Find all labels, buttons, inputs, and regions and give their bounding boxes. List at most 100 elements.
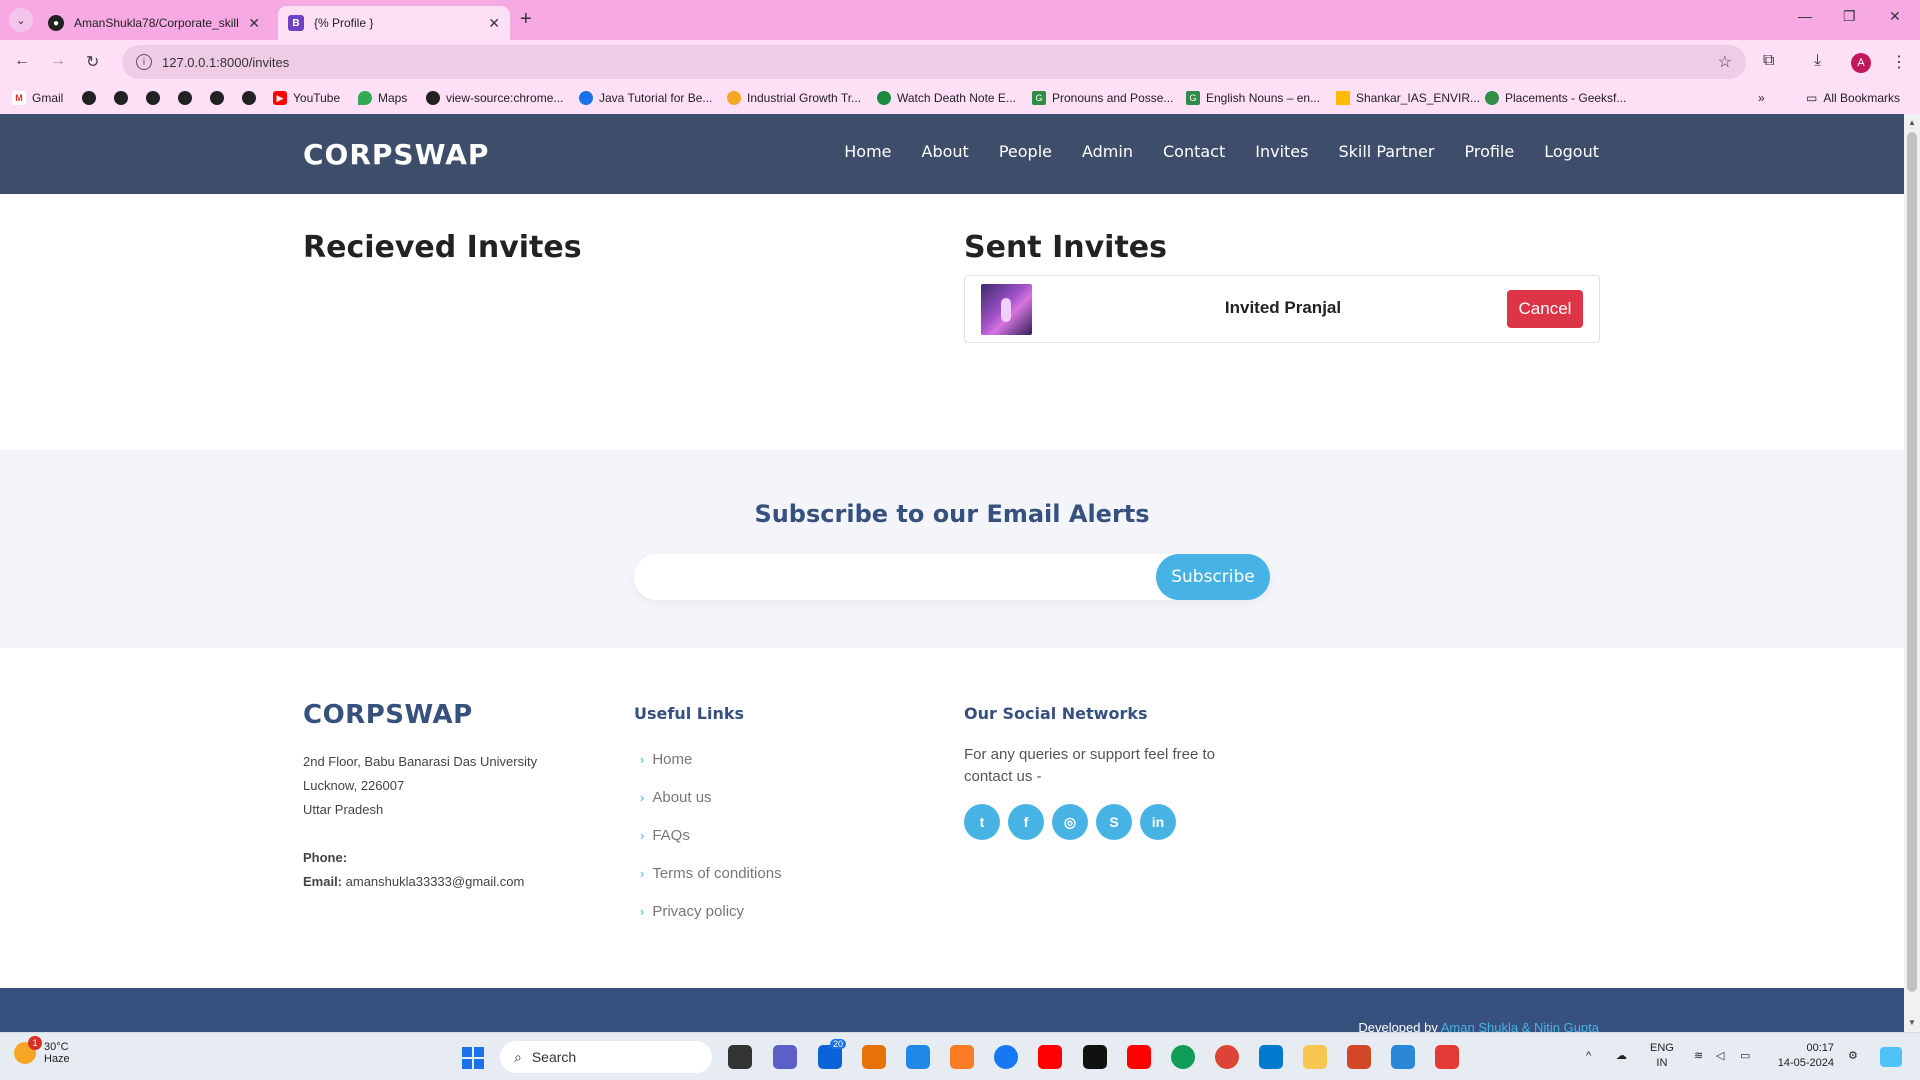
profile-avatar[interactable]: A (1851, 53, 1871, 73)
nav-logout[interactable]: Logout (1544, 142, 1599, 161)
useful-links-list: › Home › About us › FAQs › Terms of conditio… (640, 740, 782, 930)
notepad-icon[interactable] (1391, 1045, 1415, 1069)
nav-people[interactable]: People (999, 142, 1052, 161)
all-bookmarks-folder[interactable]: ▭ All Bookmarks (1806, 91, 1900, 105)
bookmark-item[interactable] (178, 91, 198, 105)
wifi-icon[interactable]: ≋ (1694, 1049, 1703, 1064)
snipping-tool-icon[interactable] (1435, 1045, 1459, 1069)
bookmark-item[interactable] (242, 91, 262, 105)
taskbar-search[interactable]: ⌕ Search (500, 1041, 712, 1073)
more-bookmarks-icon[interactable]: » (1758, 91, 1765, 105)
bookmark-item[interactable]: Java Tutorial for Be... (579, 91, 712, 105)
bookmark-item[interactable]: ▶ YouTube (273, 91, 340, 105)
page-scrollbar[interactable]: ▲ ▼ (1904, 114, 1920, 1032)
new-tab-button[interactable]: + (520, 8, 532, 31)
youtube-app-icon[interactable] (1038, 1045, 1062, 1069)
instagram-icon[interactable]: ◎ (1052, 804, 1088, 840)
bookmark-item[interactable]: Maps (358, 91, 407, 105)
footer-link-about[interactable]: › About us (640, 778, 782, 816)
task-view-icon[interactable] (728, 1045, 752, 1069)
volume-icon[interactable]: ◁ (1716, 1049, 1724, 1064)
bookmark-item[interactable] (82, 91, 102, 105)
sublime-icon[interactable] (862, 1045, 886, 1069)
skype-icon[interactable]: S (1096, 804, 1132, 840)
bookmark-item[interactable]: M Gmail (12, 91, 63, 105)
tray-overflow-icon[interactable]: ^ (1586, 1049, 1591, 1064)
cancel-invite-button[interactable]: Cancel (1507, 290, 1583, 328)
site-logo[interactable]: CORPSWAP (303, 138, 489, 171)
weather-widget[interactable]: 1 30°C Haze (14, 1036, 70, 1065)
facebook-icon[interactable]: f (1008, 804, 1044, 840)
bookmark-item[interactable]: Placements - Geeksf... (1485, 91, 1626, 105)
close-window-icon[interactable]: ✕ (1889, 8, 1901, 25)
edge-icon[interactable] (1171, 1045, 1195, 1069)
nav-skill-partner[interactable]: Skill Partner (1338, 142, 1434, 161)
linkedin-icon[interactable]: in (1140, 804, 1176, 840)
tab-search-button[interactable]: ⌄ (9, 8, 33, 32)
globe-icon (82, 91, 96, 105)
nav-contact[interactable]: Contact (1163, 142, 1225, 161)
facebook-app-icon[interactable] (994, 1045, 1018, 1069)
footer-link-faqs[interactable]: › FAQs (640, 816, 782, 854)
nav-invites[interactable]: Invites (1255, 142, 1308, 161)
nav-home[interactable]: Home (844, 142, 891, 161)
bookmark-item[interactable]: Industrial Growth Tr... (727, 91, 861, 105)
teams-icon[interactable] (773, 1045, 797, 1069)
bookmark-item[interactable] (146, 91, 166, 105)
newsletter-section: Subscribe to our Email Alerts Subscribe (0, 450, 1904, 648)
browser-tab-github[interactable]: ● AmanShukla78/Corporate_skill ✕ (38, 6, 270, 40)
photos-icon[interactable] (906, 1045, 930, 1069)
youtube-app-icon[interactable] (1127, 1045, 1151, 1069)
reload-icon[interactable]: ↻ (86, 52, 99, 72)
scrollbar-thumb[interactable] (1907, 132, 1917, 992)
search-icon: ⌕ (514, 1048, 522, 1065)
browser-menu-icon[interactable]: ⋮ (1891, 52, 1907, 72)
bookmark-item[interactable]: view-source:chrome... (426, 91, 563, 105)
footer-link-privacy[interactable]: › Privacy policy (640, 892, 782, 930)
bookmark-item[interactable] (210, 91, 230, 105)
battery-icon[interactable]: ▭ (1740, 1049, 1750, 1064)
footer-link-terms[interactable]: › Terms of conditions (640, 854, 782, 892)
nav-admin[interactable]: Admin (1082, 142, 1133, 161)
windows-start-icon[interactable] (462, 1047, 484, 1069)
scroll-up-icon[interactable]: ▲ (1908, 118, 1916, 127)
close-tab-icon[interactable]: ✕ (248, 15, 260, 32)
onedrive-icon[interactable]: ☁ (1616, 1049, 1627, 1064)
xampp-icon[interactable] (950, 1045, 974, 1069)
clock[interactable]: 00:17 14-05-2024 (1770, 1041, 1834, 1071)
restore-icon[interactable]: ❐ (1843, 8, 1856, 25)
bookmark-item[interactable]: Shankar_IAS_ENVIR... (1336, 91, 1480, 105)
sonyliv-icon[interactable] (1083, 1045, 1107, 1069)
powerpoint-icon[interactable] (1347, 1045, 1371, 1069)
bookmark-item[interactable] (114, 91, 134, 105)
download-icon[interactable]: ⤓ (1814, 52, 1821, 70)
back-icon[interactable]: ← (14, 52, 30, 70)
extensions-icon[interactable]: ⧉ (1763, 52, 1774, 70)
scroll-down-icon[interactable]: ▼ (1908, 1018, 1916, 1027)
minimize-icon[interactable]: — (1798, 8, 1812, 24)
chrome-icon[interactable] (1215, 1045, 1239, 1069)
nav-about[interactable]: About (922, 142, 969, 161)
bookmark-item[interactable]: G English Nouns – en... (1186, 91, 1320, 105)
mail-icon[interactable]: 20 (818, 1039, 847, 1069)
notification-icon[interactable]: ⚙ (1848, 1049, 1858, 1064)
copilot-icon[interactable] (1880, 1047, 1902, 1067)
bookmark-star-icon[interactable]: ☆ (1718, 52, 1732, 72)
browser-tab-active[interactable]: B {% Profile } ✕ (278, 6, 510, 40)
vscode-icon[interactable] (1259, 1045, 1283, 1069)
nav-profile[interactable]: Profile (1464, 142, 1514, 161)
file-explorer-icon[interactable] (1303, 1045, 1327, 1069)
developer-link[interactable]: Aman Shukla & Nitin Gupta (1441, 1020, 1599, 1032)
email-subscribe-input[interactable] (654, 564, 1134, 590)
bookmark-item[interactable]: Watch Death Note E... (877, 91, 1016, 105)
subscribe-button[interactable]: Subscribe (1156, 554, 1270, 600)
footer-link-home[interactable]: › Home (640, 740, 782, 778)
forward-icon[interactable]: → (50, 52, 66, 70)
site-info-icon[interactable]: i (136, 54, 152, 70)
language-indicator[interactable]: ENG IN (1650, 1041, 1674, 1071)
close-tab-icon[interactable]: ✕ (488, 15, 500, 32)
twitter-icon[interactable]: t (964, 804, 1000, 840)
globe-icon (242, 91, 256, 105)
address-bar[interactable]: i 127.0.0.1:8000/invites ☆ (122, 45, 1746, 79)
bookmark-item[interactable]: G Pronouns and Posse... (1032, 91, 1173, 105)
